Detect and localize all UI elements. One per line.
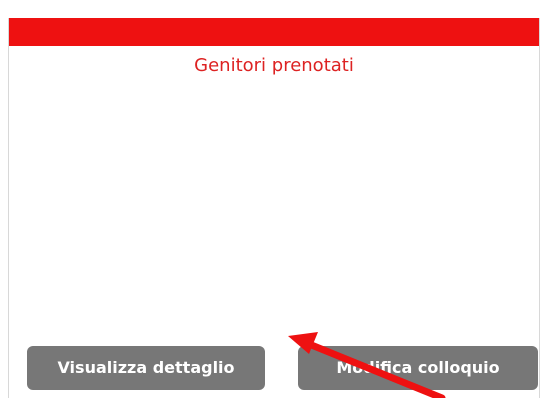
booked-parents-title: Genitori prenotati bbox=[194, 55, 354, 76]
slot-header: venerdì 20/03 08:00 - 09:00 Disp.:5 bbox=[9, 18, 539, 71]
view-details-button[interactable]: Visualizza dettaglio bbox=[27, 346, 265, 390]
appointment-card: venerdì 20/03 08:00 - 09:00 Disp.:5 Geni… bbox=[8, 18, 540, 398]
edit-meeting-button[interactable]: Modifica colloquio bbox=[298, 346, 538, 390]
